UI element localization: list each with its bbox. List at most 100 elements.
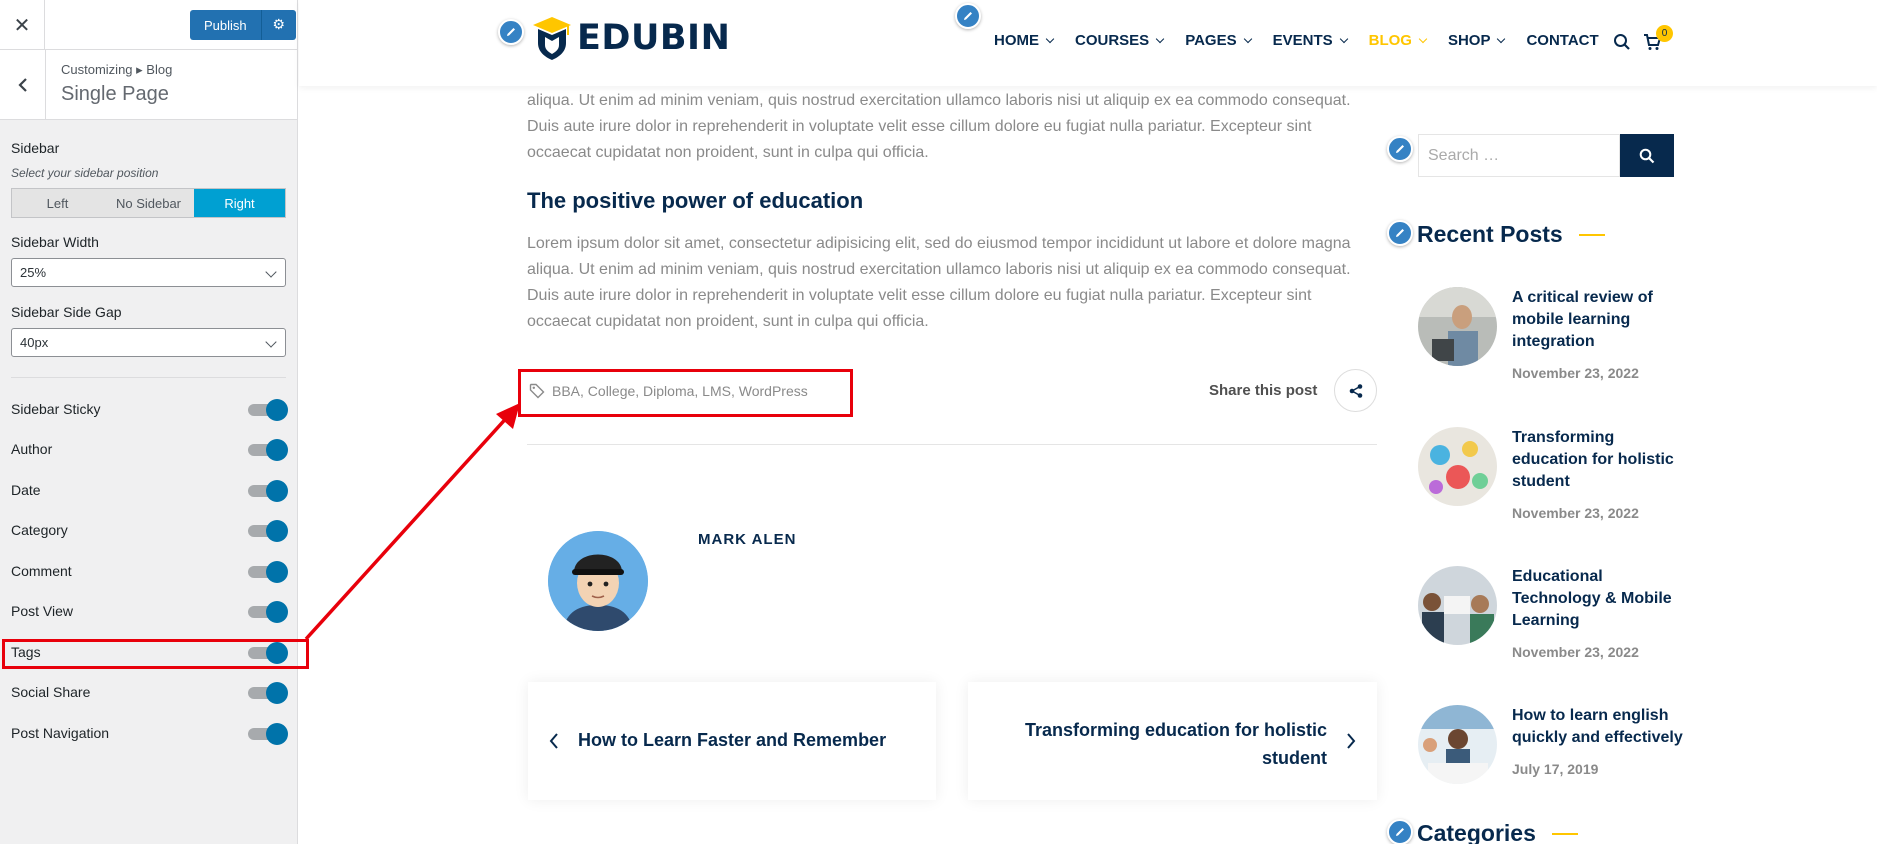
sidebar-right-option[interactable]: Right [194, 189, 285, 217]
author-toggle[interactable] [248, 439, 290, 461]
next-post-link[interactable]: Transforming education for holistic stud… [968, 682, 1377, 800]
sidebar-gap-value: 40px [20, 335, 49, 350]
toggle-row-sidebar-sticky: Sidebar Sticky [0, 394, 298, 424]
annotation-highlight-post-tags [518, 369, 853, 417]
close-customizer-button[interactable]: ✕ [0, 0, 45, 49]
text-line: occaecat cupidatat non proident, sunt in… [527, 144, 929, 161]
cart-count-badge: 0 [1656, 25, 1673, 42]
chevron-down-icon [1045, 34, 1055, 43]
chevron-down-icon [1339, 34, 1348, 43]
main-navigation: HOME COURSES PAGES EVENTS BLOG SHOP CONT… [994, 32, 1621, 49]
next-post-title-line: Transforming education for holistic [1024, 720, 1327, 740]
text-line: aliqua. Ut enim ad minim veniam, quis no… [527, 261, 1351, 278]
nav-shop[interactable]: SHOP [1447, 32, 1506, 49]
chevron-right-icon [1347, 733, 1356, 749]
toggle-label: Sidebar Sticky [11, 401, 101, 417]
nav-label: EVENTS [1272, 32, 1333, 49]
edit-pencil-icon[interactable] [1387, 220, 1413, 246]
post-thumbnail [1418, 705, 1497, 784]
date-toggle[interactable] [248, 480, 290, 502]
search-icon[interactable] [1613, 33, 1631, 51]
edit-pencil-icon[interactable] [498, 19, 524, 45]
toggle-label: Comment [11, 563, 72, 579]
text-line: Lorem ipsum dolor sit amet, consectetur … [527, 235, 1351, 252]
toggle-row-social-share: Social Share [0, 677, 298, 707]
recent-post-date: November 23, 2022 [1512, 505, 1639, 521]
search-icon [1639, 148, 1655, 163]
nav-label: BLOG [1368, 32, 1412, 49]
post-section-heading: The positive power of education [527, 188, 864, 213]
chevron-down-icon [1243, 34, 1252, 43]
nav-contact[interactable]: CONTACT [1526, 32, 1598, 49]
toggle-row-post-navigation: Post Navigation [0, 718, 298, 748]
post-thumbnail [1418, 427, 1497, 506]
recent-post-date: July 17, 2019 [1512, 761, 1599, 777]
nav-courses[interactable]: COURSES [1075, 32, 1165, 49]
chevron-left-icon [549, 733, 558, 749]
post-thumbnail [1418, 566, 1497, 645]
category-toggle[interactable] [248, 520, 290, 542]
nav-home[interactable]: HOME [994, 32, 1055, 49]
post-thumbnail [1418, 287, 1497, 366]
widget-title-text: Recent Posts [1417, 221, 1563, 247]
toggle-row-author: Author [0, 434, 298, 464]
edit-pencil-icon[interactable] [1387, 136, 1413, 162]
nav-blog[interactable]: BLOG [1368, 32, 1428, 49]
edit-pencil-icon[interactable] [1387, 819, 1413, 844]
edit-pencil-icon[interactable] [955, 3, 981, 29]
share-button[interactable] [1334, 369, 1377, 412]
previous-post-title: How to Learn Faster and Remember [578, 730, 887, 750]
next-post-title-line: student [1262, 748, 1327, 768]
sidebar-gap-label: Sidebar Side Gap [11, 304, 122, 320]
back-button[interactable] [0, 50, 46, 120]
comment-toggle[interactable] [248, 561, 290, 583]
toggle-row-comment: Comment [0, 556, 298, 586]
sidebar-width-label: Sidebar Width [11, 234, 99, 250]
post-navigation-toggle[interactable] [248, 723, 290, 745]
recent-post-date: November 23, 2022 [1512, 644, 1639, 660]
post-view-toggle[interactable] [248, 601, 290, 623]
recent-posts-title: Recent Posts [1417, 221, 1605, 248]
publish-button[interactable]: Publish [190, 10, 262, 40]
recent-post-item[interactable]: How to learn english quickly and effecti… [1418, 705, 1688, 805]
previous-post-link[interactable]: How to Learn Faster and Remember [528, 682, 936, 800]
recent-post-date: November 23, 2022 [1512, 365, 1639, 381]
section-title: Single Page [61, 83, 169, 105]
nav-label: COURSES [1075, 32, 1150, 49]
text-line: Duis aute irure dolor in reprehenderit i… [527, 118, 1312, 135]
text-line: aliqua. Ut enim ad minim veniam, quis no… [527, 92, 1351, 109]
sidebar-label: Sidebar [11, 140, 60, 156]
customizer-panel: ✕ Publish ⚙ Customizing ▸ Blog Single Pa… [0, 0, 298, 844]
sidebar-search-button[interactable] [1620, 134, 1674, 177]
recent-post-item[interactable]: Transforming education for holistic stud… [1418, 427, 1688, 527]
author-avatar [548, 531, 648, 631]
site-logo[interactable]: EDUBIN [531, 15, 730, 61]
widget-title-text: Categories [1417, 820, 1536, 844]
section-header: Customizing ▸ Blog Single Page [0, 50, 297, 120]
sidebar-left-option[interactable]: Left [12, 189, 103, 217]
customizer-header: ✕ Publish ⚙ [0, 0, 297, 50]
share-label: Share this post [1209, 382, 1318, 399]
author-name[interactable]: MARK ALEN [698, 531, 796, 548]
toggle-label: Social Share [11, 684, 91, 700]
sidebar-gap-select[interactable]: 40px [11, 328, 286, 357]
recent-post-item[interactable]: A critical review of mobile learning int… [1418, 287, 1688, 387]
nav-label: CONTACT [1526, 32, 1599, 49]
recent-post-title: How to learn english quickly and effecti… [1512, 707, 1683, 746]
sidebar-search-input[interactable]: Search … [1418, 134, 1620, 177]
social-share-toggle[interactable] [248, 682, 290, 704]
sidebar-none-option[interactable]: No Sidebar [103, 189, 194, 217]
recent-post-item[interactable]: Educational Technology & Mobile Learning… [1418, 566, 1688, 666]
chevron-down-icon [1155, 34, 1165, 43]
sidebar-position-selector: Left No Sidebar Right [11, 188, 286, 218]
chevron-down-icon [1418, 34, 1428, 43]
recent-post-title: A critical review of mobile learning int… [1512, 289, 1653, 350]
text-line: Duis aute irure dolor in reprehenderit i… [527, 287, 1312, 304]
nav-label: PAGES [1185, 32, 1237, 49]
nav-events[interactable]: EVENTS [1272, 32, 1348, 49]
sidebar-sticky-toggle[interactable] [248, 399, 290, 421]
nav-label: SHOP [1447, 32, 1491, 49]
publish-settings-gear-icon[interactable]: ⚙ [261, 10, 296, 40]
nav-pages[interactable]: PAGES [1185, 32, 1252, 49]
sidebar-width-select[interactable]: 25% [11, 258, 286, 287]
